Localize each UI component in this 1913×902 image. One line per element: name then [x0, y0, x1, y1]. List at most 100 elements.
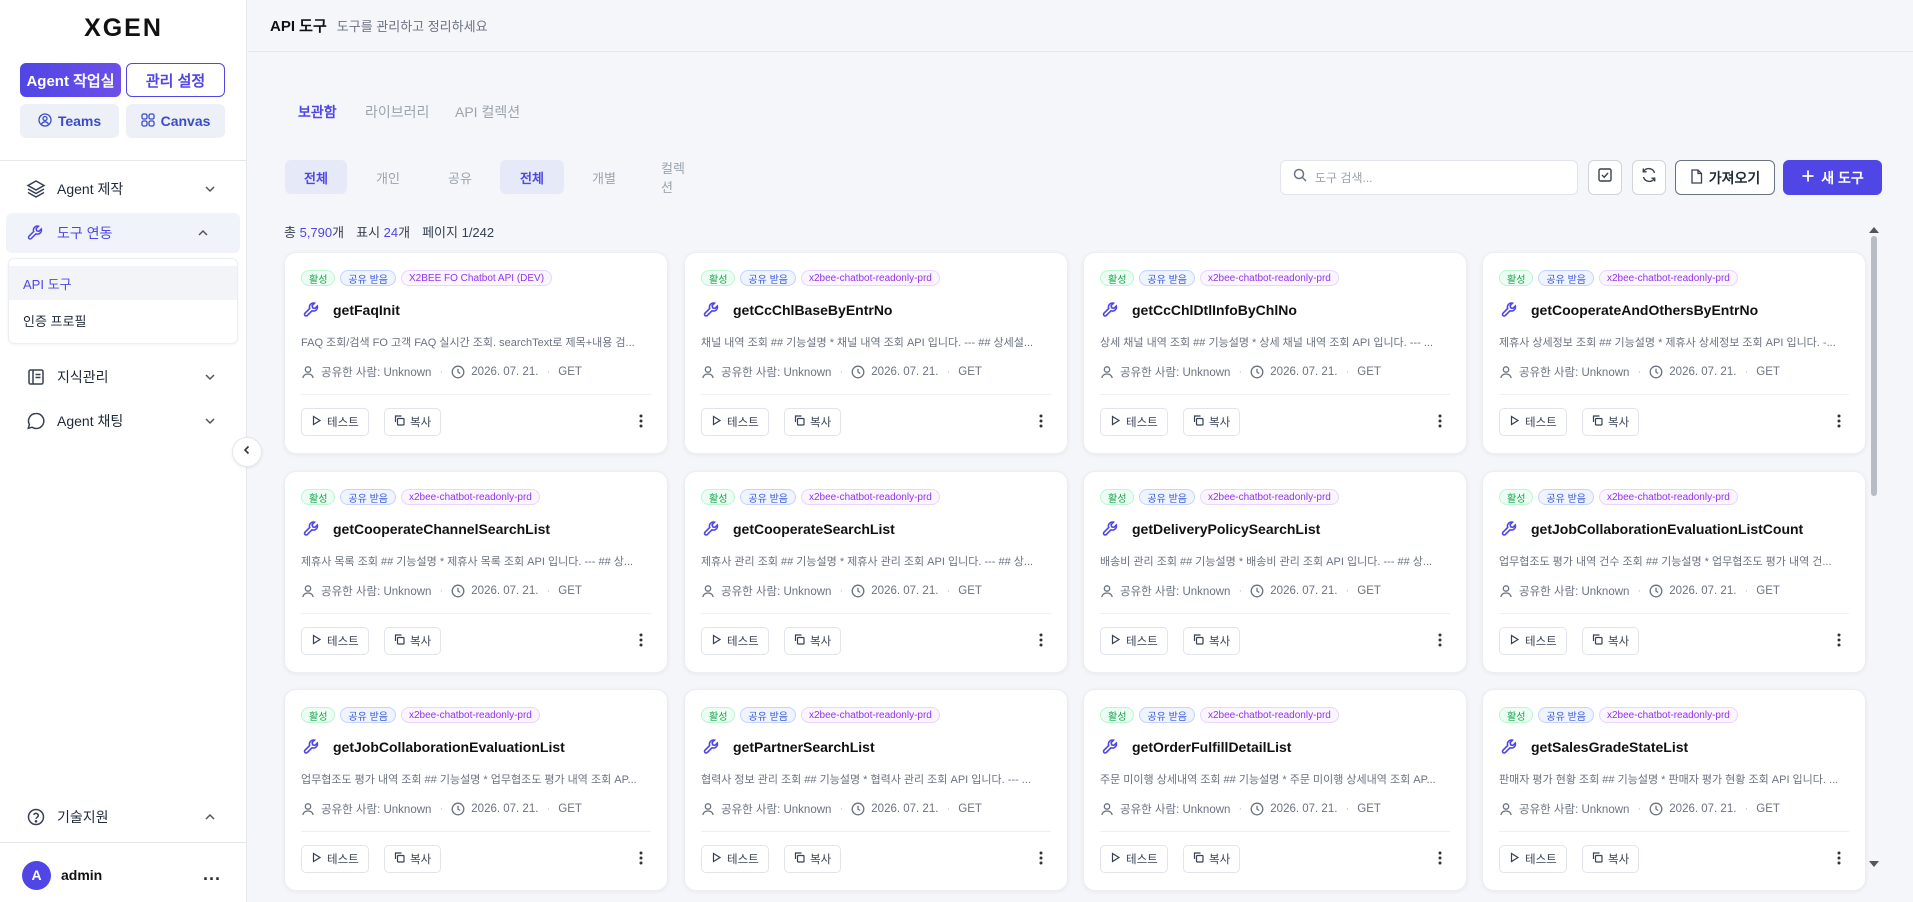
tool-card[interactable]: 활성 공유 받음 x2bee-chatbot-readonly-prd getS…: [1482, 689, 1866, 891]
scrollbar-thumb[interactable]: [1871, 236, 1877, 496]
more-vertical-icon[interactable]: [639, 414, 643, 433]
copy-icon: [1193, 415, 1204, 429]
more-vertical-icon[interactable]: [1438, 633, 1442, 652]
http-method: GET: [958, 366, 982, 378]
test-label: 테스트: [727, 854, 759, 866]
nav-agent-build[interactable]: Agent 제작: [0, 169, 247, 209]
copy-button[interactable]: 복사: [1582, 408, 1640, 436]
copy-button[interactable]: 복사: [1183, 627, 1241, 655]
chevron-down-icon: [203, 414, 217, 431]
shared-by: 공유한 사람: Unknown: [721, 586, 832, 598]
tab-vault[interactable]: 보관함: [298, 102, 337, 122]
nav-tools[interactable]: 도구 연동: [6, 213, 240, 253]
refresh-button[interactable]: [1632, 160, 1666, 195]
more-vertical-icon[interactable]: [1039, 414, 1043, 433]
tool-card[interactable]: 활성 공유 받음 x2bee-chatbot-readonly-prd getJ…: [1482, 471, 1866, 673]
tab-api-collection[interactable]: API 컬렉션: [455, 102, 520, 122]
tool-title-row: getCooperateAndOthersByEntrNo: [1499, 299, 1758, 321]
test-button[interactable]: 테스트: [701, 408, 769, 436]
tool-card[interactable]: 활성 공유 받음 x2bee-chatbot-readonly-prd getP…: [684, 689, 1068, 891]
sub-api-tools[interactable]: API 도구: [9, 266, 237, 300]
tag-list: 활성 공유 받음 x2bee-chatbot-readonly-prd: [701, 270, 940, 286]
copy-button[interactable]: 복사: [1582, 845, 1640, 873]
test-button[interactable]: 테스트: [1499, 408, 1567, 436]
tool-description: 상세 채널 내역 조회 ## 기능설명 * 상세 채널 내역 조회 API 입니…: [1100, 337, 1434, 349]
scroll-down-icon[interactable]: [1868, 856, 1880, 874]
tool-card[interactable]: 활성 공유 받음 x2bee-chatbot-readonly-prd getC…: [284, 471, 668, 673]
more-vertical-icon[interactable]: [1837, 851, 1841, 870]
more-vertical-icon[interactable]: [1438, 414, 1442, 433]
new-tool-button[interactable]: 새 도구: [1783, 160, 1882, 195]
teams-button[interactable]: Teams: [20, 104, 119, 138]
copy-button[interactable]: 복사: [384, 845, 442, 873]
user-icon: [1499, 584, 1513, 598]
more-vertical-icon[interactable]: [1039, 633, 1043, 652]
tool-title-row: getJobCollaborationEvaluationListCount: [1499, 518, 1803, 540]
admin-settings-button[interactable]: 관리 설정: [126, 63, 225, 97]
test-button[interactable]: 테스트: [1499, 627, 1567, 655]
select-mode-button[interactable]: [1588, 160, 1622, 195]
filter-collection[interactable]: 컬렉션: [645, 160, 707, 195]
tool-card[interactable]: 활성 공유 받음 x2bee-chatbot-readonly-prd getC…: [1482, 252, 1866, 454]
wrench-icon: [301, 736, 323, 758]
separator-dot: ·: [1238, 585, 1243, 597]
sub-auth-profile[interactable]: 인증 프로필: [9, 303, 237, 337]
more-vertical-icon[interactable]: [639, 633, 643, 652]
test-button[interactable]: 테스트: [1100, 845, 1168, 873]
tool-card[interactable]: 활성 공유 받음 X2BEE FO Chatbot API (DEV) getF…: [284, 252, 668, 454]
test-button[interactable]: 테스트: [301, 845, 369, 873]
test-button[interactable]: 테스트: [1499, 845, 1567, 873]
search-input[interactable]: [1315, 170, 1555, 185]
test-button[interactable]: 테스트: [1100, 627, 1168, 655]
tool-card[interactable]: 활성 공유 받음 x2bee-chatbot-readonly-prd getD…: [1083, 471, 1467, 673]
more-vertical-icon[interactable]: [1039, 851, 1043, 870]
more-vertical-icon[interactable]: [1837, 414, 1841, 433]
more-vertical-icon[interactable]: [639, 851, 643, 870]
wrench-icon: [701, 299, 723, 321]
tool-card[interactable]: 활성 공유 받음 x2bee-chatbot-readonly-prd getC…: [684, 471, 1068, 673]
copy-button[interactable]: 복사: [784, 845, 842, 873]
test-button[interactable]: 테스트: [301, 627, 369, 655]
stats-shown: 표시 24개: [356, 225, 411, 240]
filter-shared[interactable]: 공유: [429, 160, 491, 194]
copy-button[interactable]: 복사: [784, 408, 842, 436]
more-vertical-icon[interactable]: [1837, 633, 1841, 652]
filter-personal[interactable]: 개인: [357, 160, 419, 194]
copy-button[interactable]: 복사: [1183, 845, 1241, 873]
http-method: GET: [1756, 366, 1780, 378]
copy-button[interactable]: 복사: [1582, 627, 1640, 655]
user-icon: [1100, 365, 1114, 379]
test-button[interactable]: 테스트: [301, 408, 369, 436]
tool-title-row: getCcChlDtlInfoByChlNo: [1100, 299, 1297, 321]
tool-meta: 공유한 사람: Unknown · 2026. 07. 21. · GET: [701, 801, 982, 817]
test-button[interactable]: 테스트: [701, 627, 769, 655]
agent-workspace-button[interactable]: Agent 작업실: [20, 63, 121, 97]
canvas-button[interactable]: Canvas: [126, 104, 225, 138]
tool-card[interactable]: 활성 공유 받음 x2bee-chatbot-readonly-prd getC…: [684, 252, 1068, 454]
import-button[interactable]: 가져오기: [1675, 160, 1775, 195]
sidebar-collapse-button[interactable]: [232, 437, 262, 467]
tool-card[interactable]: 활성 공유 받음 x2bee-chatbot-readonly-prd getC…: [1083, 252, 1467, 454]
plus-icon: [1801, 169, 1815, 186]
copy-button[interactable]: 복사: [1183, 408, 1241, 436]
copy-button[interactable]: 복사: [384, 408, 442, 436]
tool-date: 2026. 07. 21.: [1270, 803, 1338, 815]
tool-card[interactable]: 활성 공유 받음 x2bee-chatbot-readonly-prd getO…: [1083, 689, 1467, 891]
tool-card[interactable]: 활성 공유 받음 x2bee-chatbot-readonly-prd getJ…: [284, 689, 668, 891]
copy-button[interactable]: 복사: [784, 627, 842, 655]
filter-all-owner[interactable]: 전체: [285, 160, 347, 194]
test-button[interactable]: 테스트: [1100, 408, 1168, 436]
user-profile[interactable]: A admin ...: [0, 852, 247, 898]
more-vertical-icon[interactable]: [1438, 851, 1442, 870]
tab-library[interactable]: 라이브러리: [365, 102, 429, 122]
nav-knowledge[interactable]: 지식관리: [0, 357, 247, 397]
test-button[interactable]: 테스트: [701, 845, 769, 873]
filter-individual[interactable]: 개별: [573, 160, 635, 194]
filter-all-type[interactable]: 전체: [500, 160, 564, 194]
copy-button[interactable]: 복사: [384, 627, 442, 655]
more-icon[interactable]: ...: [203, 864, 221, 885]
test-label: 테스트: [327, 417, 359, 429]
tool-meta: 공유한 사람: Unknown · 2026. 07. 21. · GET: [301, 364, 582, 380]
nav-support[interactable]: 기술지원: [0, 797, 247, 837]
nav-agent-chat[interactable]: Agent 채팅: [0, 401, 247, 441]
